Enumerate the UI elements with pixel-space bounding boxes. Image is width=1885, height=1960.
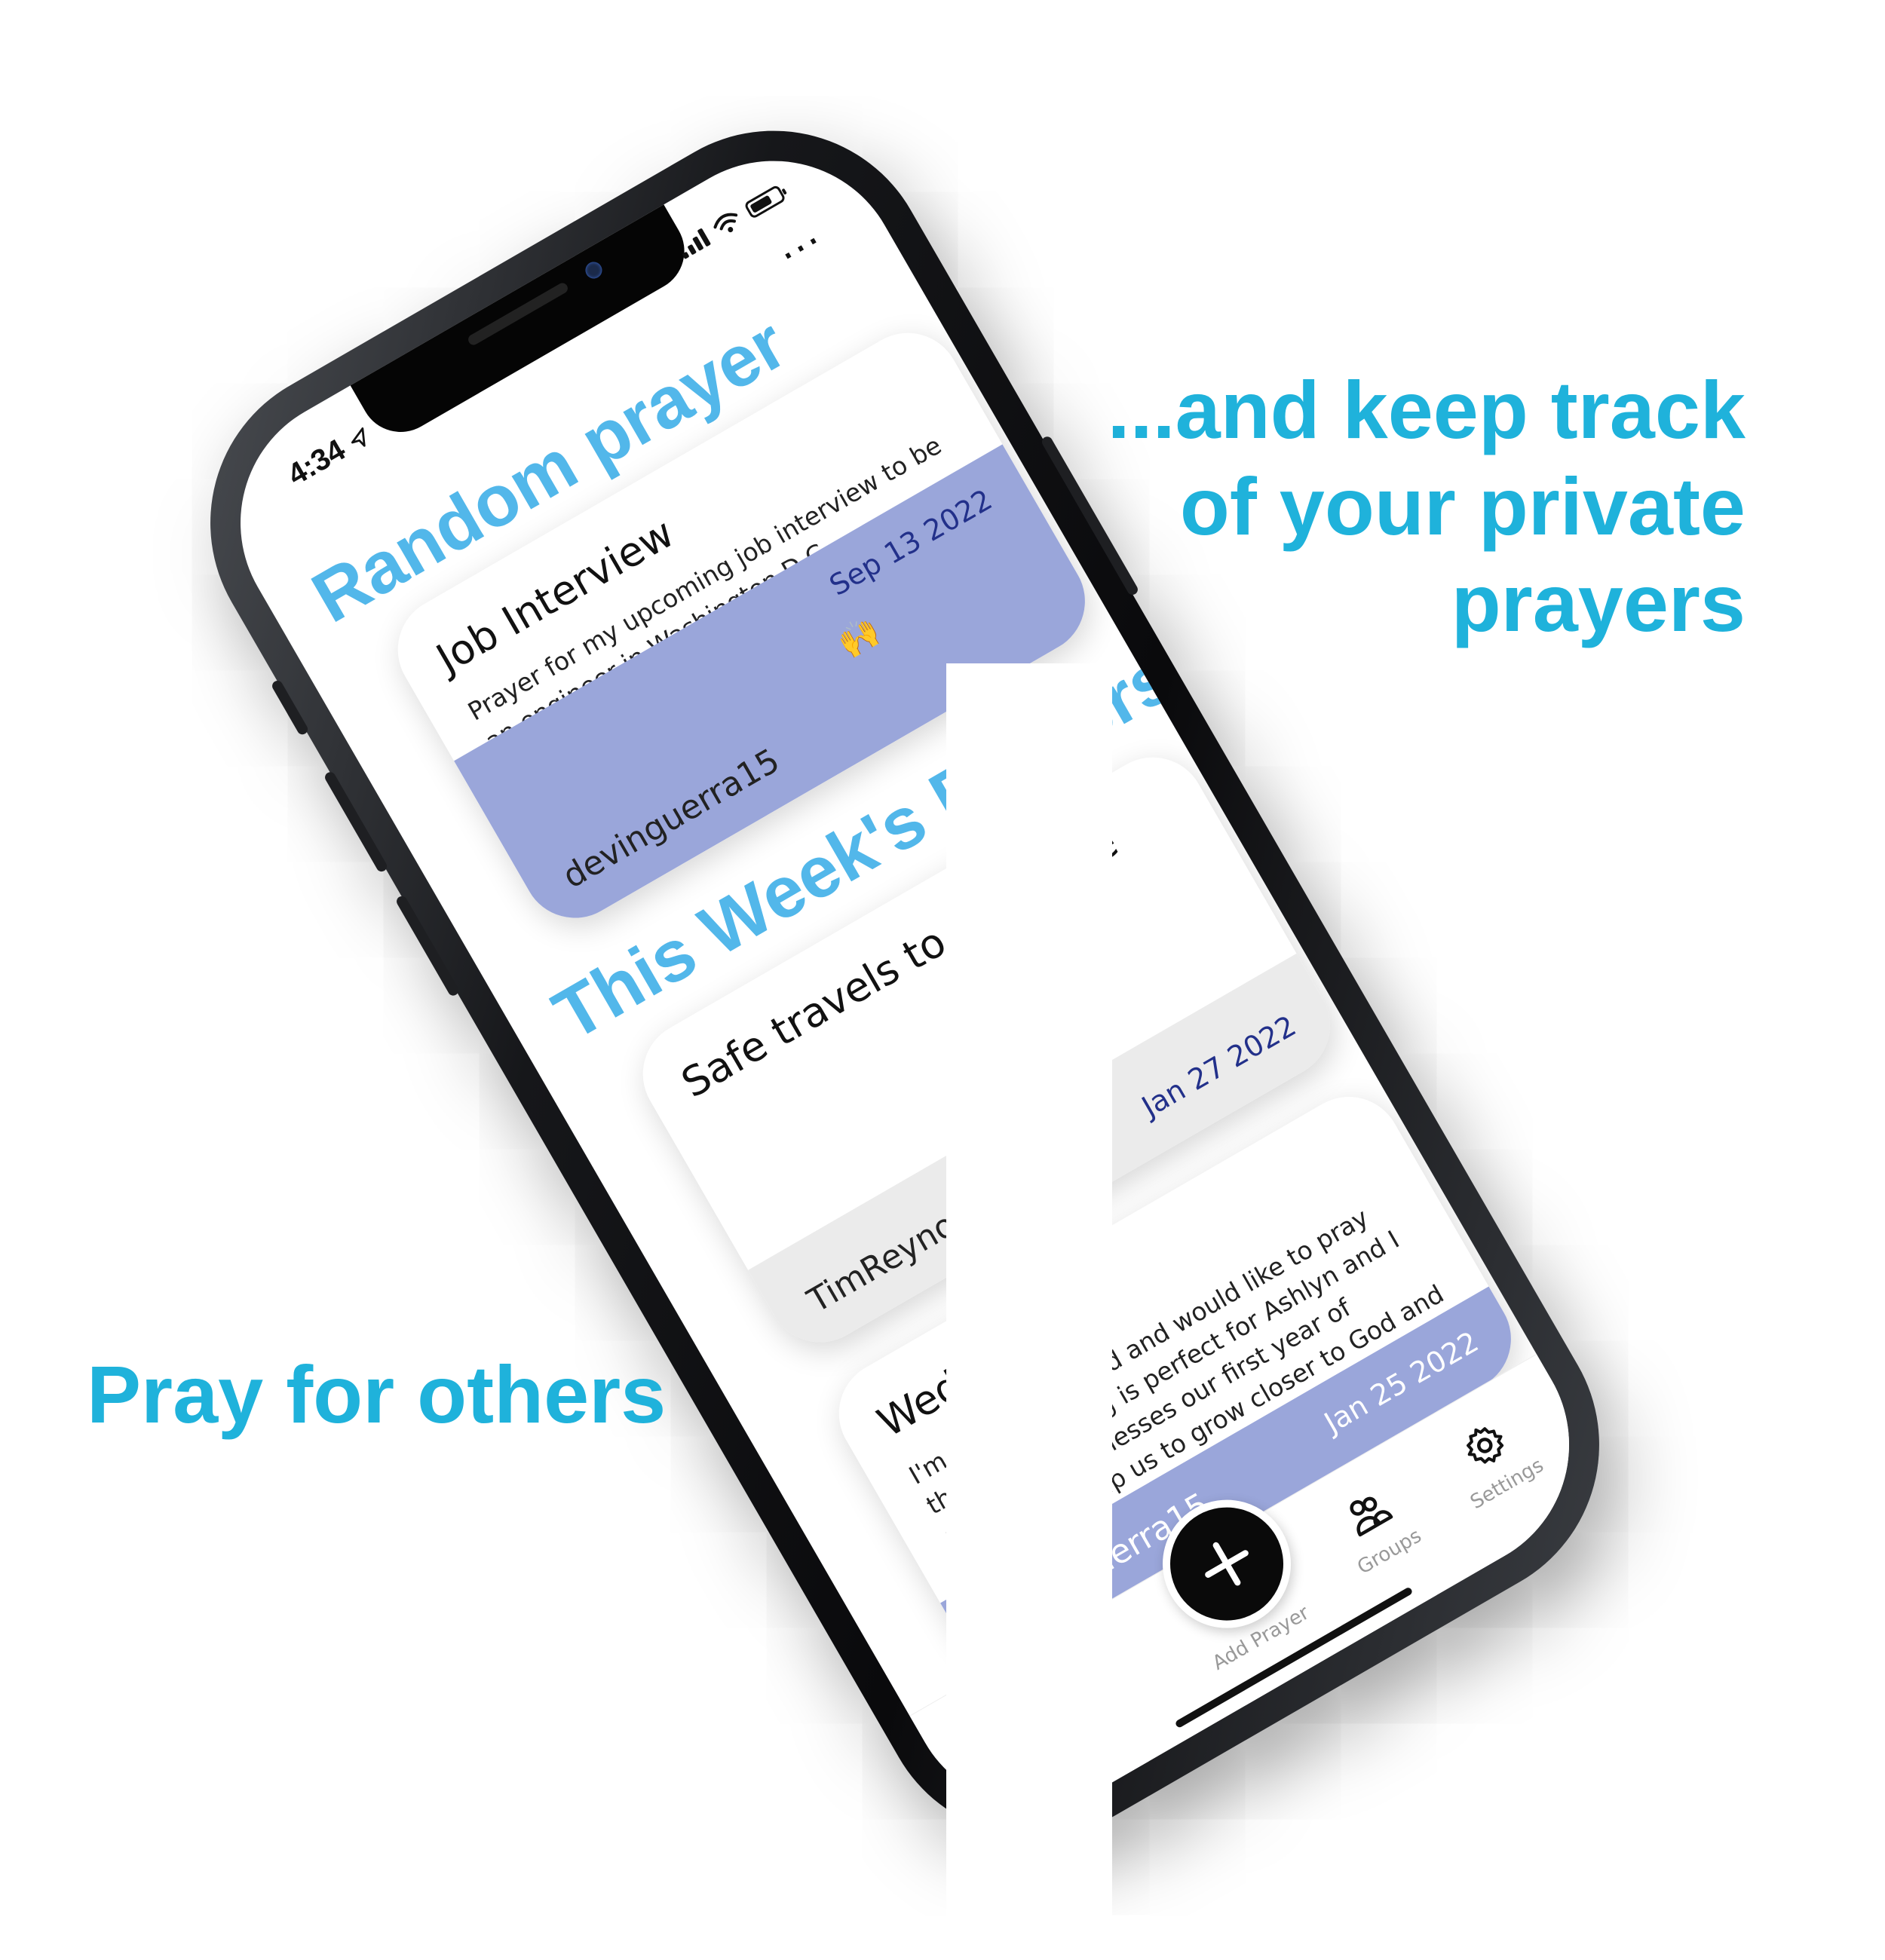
battery-icon [743, 184, 787, 220]
plus-icon [1205, 1542, 1249, 1586]
praying-hands-icon[interactable]: 🙌 [831, 610, 887, 664]
prayer-date: Jan 27 2022 [1136, 1009, 1302, 1124]
more-options-button[interactable]: ··· [771, 217, 832, 280]
headline-private-prayers: ...and keep track of your private prayer… [1107, 364, 1746, 648]
status-time-text: 4:34 [282, 433, 351, 492]
front-camera [582, 259, 605, 282]
location-arrow-icon [351, 427, 366, 447]
headline-pray-for-others: Pray for others [87, 1349, 667, 1440]
promo-stage: ...and keep track of your private prayer… [0, 0, 1885, 1960]
split-divider [946, 663, 1112, 1960]
wifi-icon [713, 213, 738, 233]
status-icons [675, 183, 787, 260]
status-time: 4:34 [282, 418, 377, 493]
phone-mockup: 4:34 ··· Random prayer Job Interview Pra… [152, 72, 1657, 1895]
